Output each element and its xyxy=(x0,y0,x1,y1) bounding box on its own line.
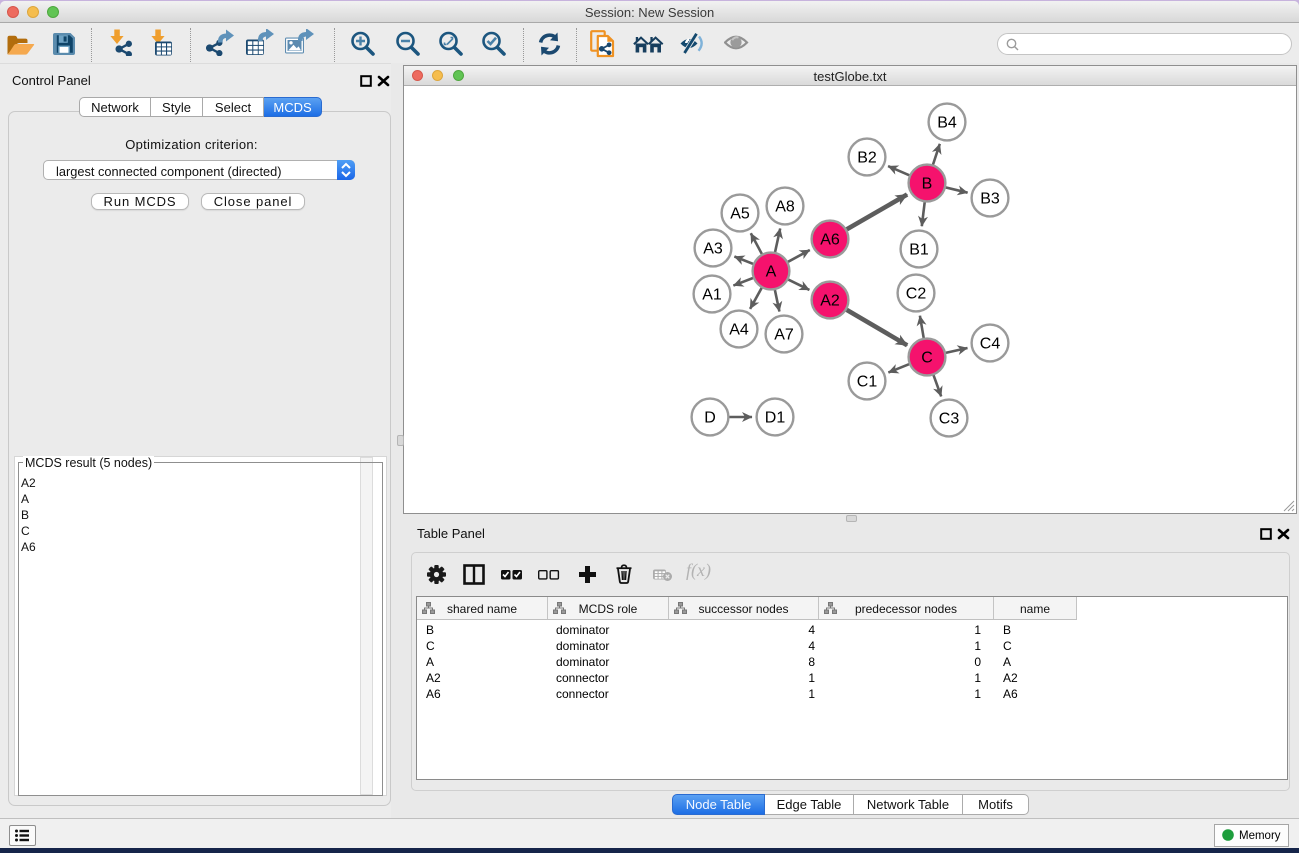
svg-text:A2: A2 xyxy=(820,293,840,310)
svg-text:A1: A1 xyxy=(702,287,722,304)
svg-text:B3: B3 xyxy=(980,191,1000,208)
svg-text:B2: B2 xyxy=(857,150,877,167)
svg-text:A8: A8 xyxy=(775,199,795,216)
svg-text:A7: A7 xyxy=(774,327,794,344)
svg-text:C: C xyxy=(921,350,933,367)
svg-text:D: D xyxy=(704,410,716,427)
svg-text:C1: C1 xyxy=(857,374,878,391)
svg-text:C3: C3 xyxy=(939,411,960,428)
svg-text:B: B xyxy=(922,176,933,193)
svg-text:A6: A6 xyxy=(820,232,840,249)
svg-text:A5: A5 xyxy=(730,206,750,223)
svg-text:A4: A4 xyxy=(729,322,749,339)
svg-text:B4: B4 xyxy=(937,115,957,132)
svg-text:C4: C4 xyxy=(980,336,1001,353)
svg-text:D1: D1 xyxy=(765,410,786,427)
svg-text:C2: C2 xyxy=(906,286,927,303)
svg-text:B1: B1 xyxy=(909,242,929,259)
svg-text:A: A xyxy=(766,264,777,281)
svg-text:A3: A3 xyxy=(703,241,723,258)
